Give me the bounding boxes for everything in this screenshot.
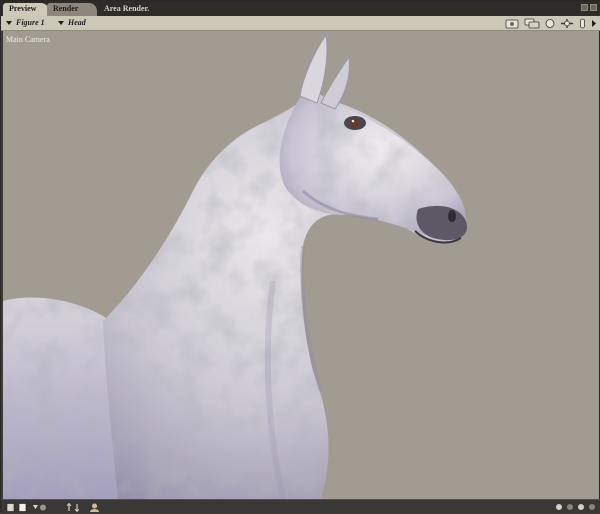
window-controls — [581, 4, 597, 11]
tab-render[interactable]: Render — [47, 3, 97, 16]
close-icon[interactable] — [590, 4, 597, 11]
sphere-icon[interactable] — [545, 18, 555, 29]
display-mode-indicators — [556, 504, 595, 510]
chevron-down-icon — [6, 21, 12, 25]
display-mode-dot[interactable] — [567, 504, 573, 510]
render-viewport[interactable]: Main Camera — [3, 31, 599, 499]
display-mode-dot[interactable] — [589, 504, 595, 510]
figure-icon[interactable] — [89, 503, 100, 512]
page-icon[interactable] — [18, 503, 27, 512]
minimize-icon[interactable] — [581, 4, 588, 11]
camera-icon[interactable] — [505, 18, 519, 29]
bottom-toolbar — [1, 499, 600, 514]
figure-menu-bar: Figure 1 Head — [1, 16, 600, 31]
display-mode-dot[interactable] — [578, 504, 584, 510]
tab-area-render[interactable]: Area Render. — [98, 3, 168, 16]
dropdown-arrow-icon[interactable] — [32, 503, 48, 512]
new-document-icon[interactable] — [6, 503, 15, 512]
chevron-down-icon — [58, 21, 64, 25]
slider-icon[interactable] — [579, 18, 586, 29]
element-selector[interactable]: Head — [58, 17, 86, 29]
display-mode-dot[interactable] — [556, 504, 562, 510]
multi-camera-icon[interactable] — [524, 18, 540, 29]
figure-selector-label: Figure 1 — [16, 18, 45, 27]
preview-window: Preview Render Area Render. Figure 1 Hea… — [0, 0, 600, 514]
sort-icon[interactable] — [67, 503, 79, 512]
figure-selector[interactable]: Figure 1 — [6, 17, 45, 29]
arrow-right-icon[interactable] — [591, 18, 597, 29]
horse-figure — [3, 33, 468, 499]
tab-bar: Preview Render Area Render. — [1, 1, 600, 16]
tab-preview[interactable]: Preview — [3, 3, 49, 16]
viewport-tools — [505, 17, 597, 30]
element-selector-label: Head — [68, 18, 86, 27]
move-icon[interactable] — [560, 18, 574, 29]
